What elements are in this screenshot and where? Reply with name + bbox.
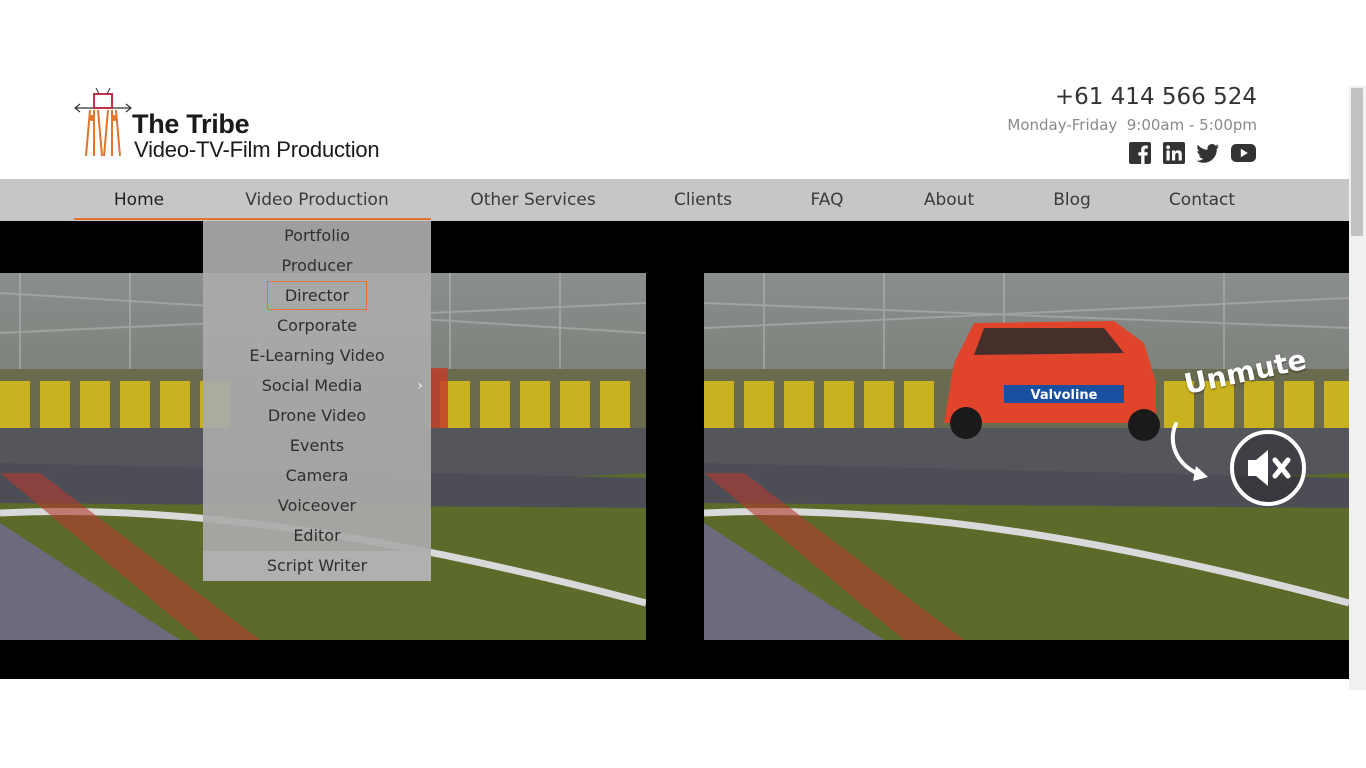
dropdown-item-corporate[interactable]: Corporate [203, 311, 431, 341]
nav-item-other-services[interactable]: Other Services [458, 179, 608, 221]
video-production-dropdown: Portfolio Producer Director Corporate E-… [203, 221, 431, 581]
race-car: Valvoline [944, 321, 1160, 441]
curved-arrow-icon [1170, 422, 1208, 481]
dropdown-item-director[interactable]: Director [203, 281, 431, 311]
linkedin-icon[interactable] [1162, 141, 1186, 165]
dropdown-item-script-writer[interactable]: Script Writer [203, 551, 431, 581]
nav-item-video-production[interactable]: Video Production [228, 179, 406, 221]
dropdown-item-drone-video[interactable]: Drone Video [203, 401, 431, 431]
dropdown-item-portfolio[interactable]: Portfolio [203, 221, 431, 251]
dropdown-item-voiceover[interactable]: Voiceover [203, 491, 431, 521]
scrollbar-thumb[interactable] [1351, 88, 1363, 236]
brand-subtitle: Video-TV-Film Production [134, 137, 380, 162]
main-nav: Home Video Production Other Services Cli… [0, 179, 1349, 221]
page-scrollbar[interactable] [1349, 86, 1366, 690]
site-header: The Tribe Video-TV-Film Production +61 4… [0, 0, 1349, 179]
brand-title[interactable]: The Tribe [132, 109, 250, 140]
chevron-right-icon: › [417, 378, 423, 394]
nav-item-blog[interactable]: Blog [1040, 179, 1104, 221]
social-links [1128, 141, 1257, 165]
car-livery-text: Valvoline [1031, 388, 1098, 403]
dropdown-item-editor[interactable]: Editor [203, 521, 431, 551]
nav-item-home[interactable]: Home [94, 179, 184, 221]
dropdown-item-producer[interactable]: Producer [203, 251, 431, 281]
nav-item-contact[interactable]: Contact [1156, 179, 1248, 221]
dropdown-item-social-media[interactable]: Social Media › [203, 371, 431, 401]
nav-item-clients[interactable]: Clients [660, 179, 746, 221]
twitter-icon[interactable] [1196, 141, 1220, 165]
dropdown-item-e-learning-video[interactable]: E-Learning Video [203, 341, 431, 371]
nav-item-about[interactable]: About [908, 179, 990, 221]
mute-toggle-button[interactable] [1228, 428, 1308, 508]
dropdown-item-camera[interactable]: Camera [203, 461, 431, 491]
dropdown-item-events[interactable]: Events [203, 431, 431, 461]
youtube-icon[interactable] [1230, 141, 1257, 165]
phone-number[interactable]: +61 414 566 524 [1055, 84, 1257, 110]
nav-active-underline [74, 218, 431, 220]
business-hours: Monday-Friday 9:00am - 5:00pm [1007, 116, 1257, 134]
nav-item-faq[interactable]: FAQ [796, 179, 858, 221]
facebook-icon[interactable] [1128, 141, 1152, 165]
